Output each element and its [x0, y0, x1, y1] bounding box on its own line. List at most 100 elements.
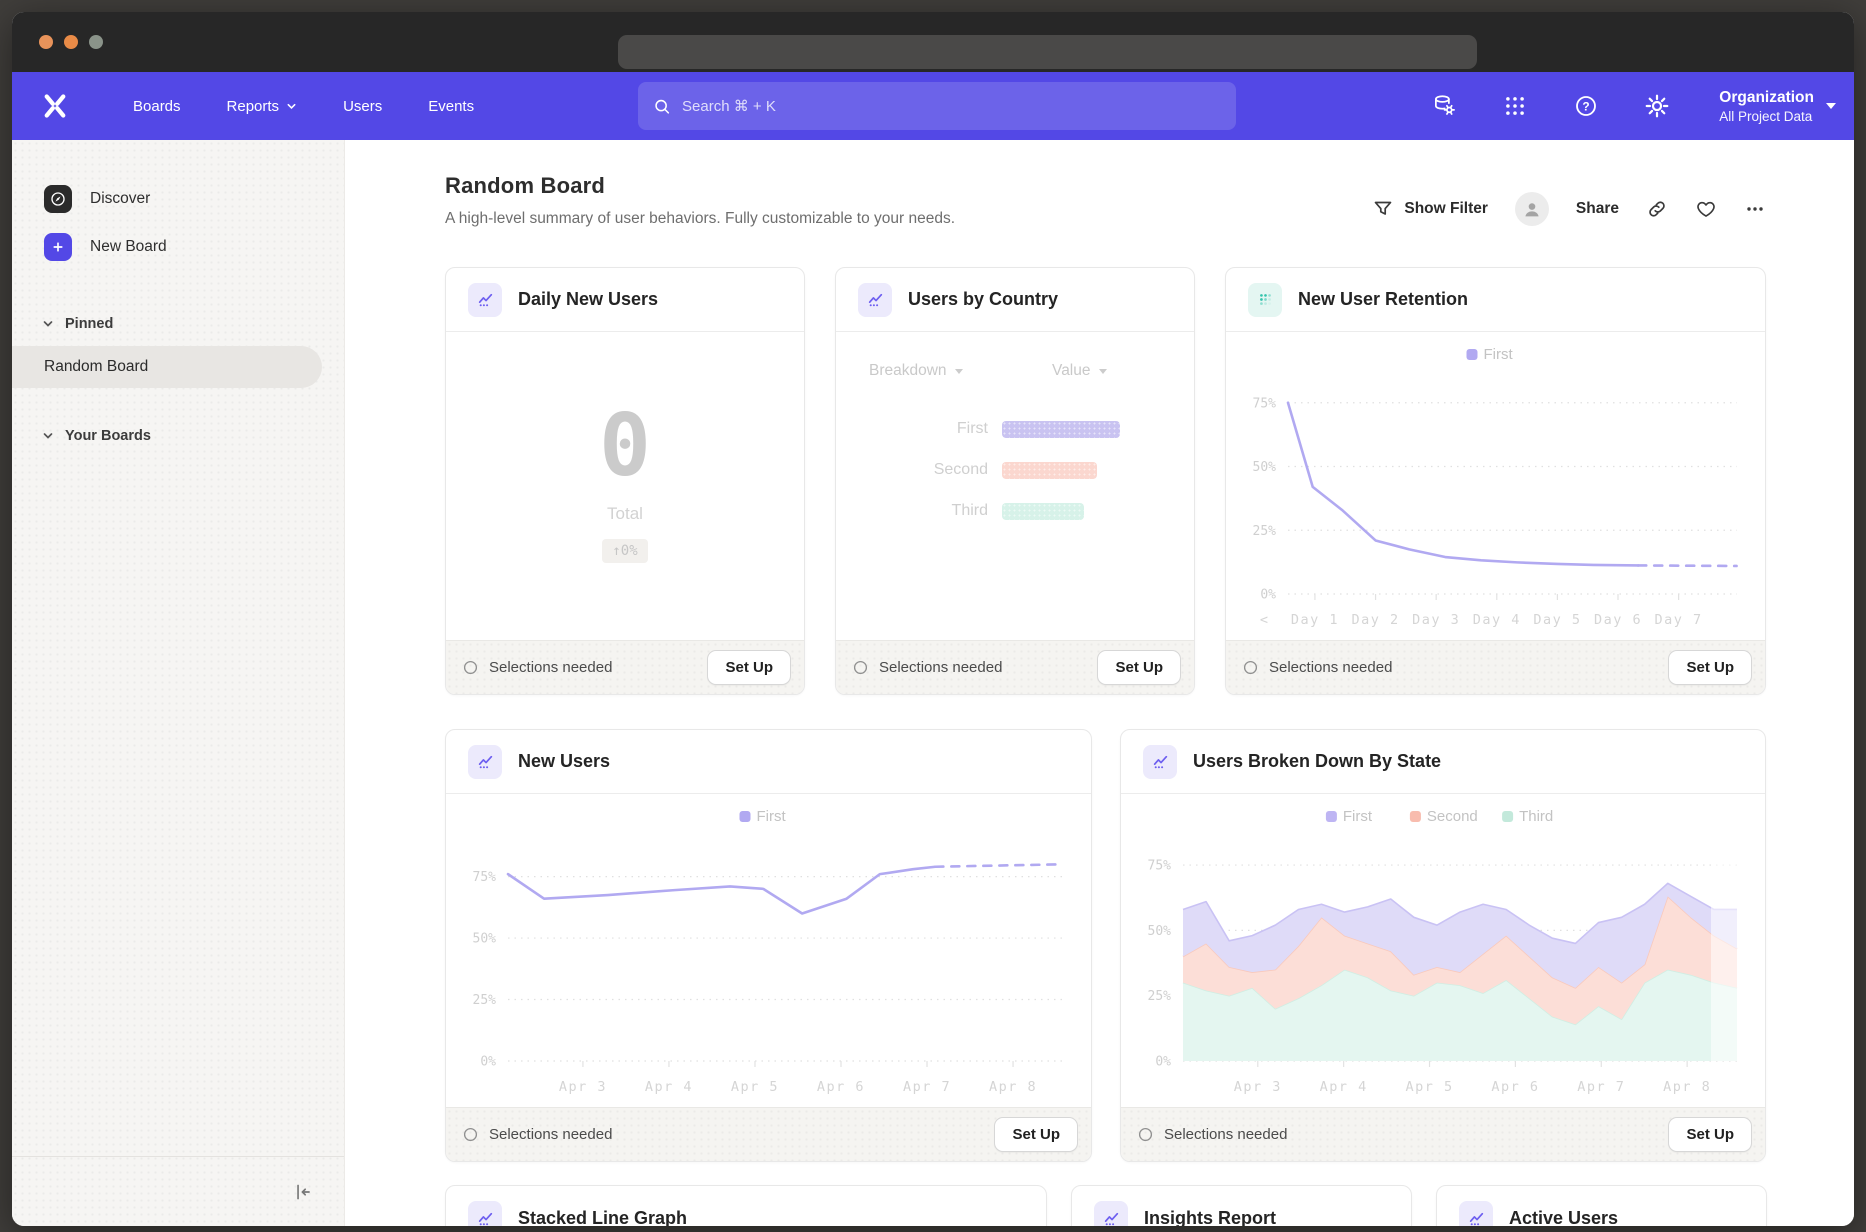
sidebar-section-your-boards[interactable]: Your Boards: [12, 428, 344, 444]
card-new-users: New Users 75%50%25%0%Apr 3Apr 4Apr 5Apr …: [445, 729, 1092, 1162]
chevron-down-icon: [1826, 103, 1836, 109]
share-button[interactable]: Share: [1576, 200, 1619, 218]
card-header: Active Users: [1437, 1186, 1766, 1226]
svg-text:75%: 75%: [473, 870, 497, 885]
compass-icon: [44, 185, 72, 213]
global-search[interactable]: [638, 82, 1236, 130]
svg-text:Apr 8: Apr 8: [1663, 1079, 1711, 1095]
svg-text:Apr 8: Apr 8: [989, 1079, 1037, 1095]
help-icon[interactable]: ?: [1573, 93, 1599, 119]
set-up-button[interactable]: Set Up: [1097, 650, 1181, 685]
status-text: Selections needed: [489, 659, 612, 676]
data-management-icon[interactable]: [1431, 93, 1457, 119]
nav-label: Reports: [227, 98, 280, 115]
nav-item-events[interactable]: Events: [405, 98, 497, 115]
metric-body: 0 Total ↑0%: [446, 332, 804, 640]
window-controls: [12, 35, 103, 49]
radio-empty-icon: [463, 1127, 478, 1142]
metric-label: Total: [607, 504, 643, 524]
settings-gear-icon[interactable]: [1644, 93, 1670, 119]
new-users-line-chart: 75%50%25%0%Apr 3Apr 4Apr 5Apr 6Apr 7Apr …: [446, 794, 1091, 1107]
org-labels: Organization All Project Data: [1719, 88, 1814, 123]
card-users-by-country: Users by Country Breakdown Value: [835, 267, 1195, 695]
navbar-right-actions: ? Organization All Project Data: [1431, 88, 1836, 123]
status-text: Selections needed: [1164, 1126, 1287, 1143]
window-titlebar: [12, 12, 1854, 72]
set-up-button[interactable]: Set Up: [1668, 650, 1752, 685]
retention-grid-icon: [1248, 283, 1282, 317]
set-up-button[interactable]: Set Up: [1668, 1117, 1752, 1152]
search-icon: [653, 97, 671, 116]
sidebar: Discover New Board Pinned Random Board: [12, 140, 345, 1226]
svg-text:First: First: [757, 808, 787, 825]
person-icon: [1521, 198, 1543, 220]
nav-item-users[interactable]: Users: [320, 98, 405, 115]
svg-text:Day 7: Day 7: [1655, 612, 1703, 628]
svg-text:0%: 0%: [480, 1055, 496, 1070]
svg-text:First: First: [1343, 808, 1373, 825]
svg-text:Day 6: Day 6: [1594, 612, 1642, 628]
card-row-2: New Users 75%50%25%0%Apr 3Apr 4Apr 5Apr …: [445, 729, 1766, 1162]
board-main: Random Board A high-level summary of use…: [345, 140, 1854, 1226]
minimize-button[interactable]: [64, 35, 78, 49]
breakdown-dropdown[interactable]: Breakdown: [869, 362, 963, 380]
search-input[interactable]: [682, 98, 1221, 115]
titlebar-address-field[interactable]: [618, 35, 1477, 69]
chevron-down-icon: [955, 369, 963, 374]
status-text: Selections needed: [1269, 659, 1392, 676]
bar-label: Second: [836, 461, 988, 479]
more-options-icon[interactable]: [1744, 198, 1766, 220]
card-title: Users by Country: [908, 289, 1058, 310]
bar-row: First: [836, 420, 1194, 438]
set-up-button[interactable]: Set Up: [994, 1117, 1078, 1152]
chart-body: 75%50%25%0%Apr 3Apr 4Apr 5Apr 6Apr 7Apr …: [446, 794, 1091, 1107]
svg-text:Day 1: Day 1: [1291, 612, 1339, 628]
desktop-background: Boards Reports Users Events: [0, 0, 1866, 1232]
page-subtitle: A high-level summary of user behaviors. …: [445, 210, 955, 228]
zoom-button[interactable]: [89, 35, 103, 49]
org-project-switcher[interactable]: Organization All Project Data: [1719, 88, 1836, 123]
sidebar-item-random-board[interactable]: Random Board: [12, 346, 322, 388]
svg-text:50%: 50%: [1253, 460, 1277, 475]
sidebar-item-new-board[interactable]: New Board: [12, 224, 344, 270]
card-header: Insights Report: [1072, 1186, 1411, 1226]
close-button[interactable]: [39, 35, 53, 49]
nav-item-reports[interactable]: Reports: [204, 98, 321, 115]
sidebar-section-pinned[interactable]: Pinned: [12, 316, 344, 332]
svg-text:Apr 6: Apr 6: [817, 1079, 865, 1095]
column-label: Value: [1052, 362, 1091, 380]
board-name: Random Board: [44, 358, 148, 376]
column-label: Breakdown: [869, 362, 947, 380]
nav-item-boards[interactable]: Boards: [110, 98, 204, 115]
sidebar-item-discover[interactable]: Discover: [12, 176, 344, 222]
radio-empty-icon: [853, 660, 868, 675]
avatar[interactable]: [1515, 192, 1549, 226]
bar-list: First Second Third: [836, 420, 1194, 543]
mixpanel-logo[interactable]: [42, 93, 68, 119]
filter-funnel-icon: [1372, 198, 1394, 220]
favorite-heart-icon[interactable]: [1695, 198, 1717, 220]
collapse-sidebar-icon[interactable]: [292, 1181, 314, 1203]
line-chart-icon: [468, 283, 502, 317]
section-label: Pinned: [65, 316, 113, 332]
card-header: Users by Country: [836, 268, 1194, 332]
copy-link-icon[interactable]: [1646, 198, 1668, 220]
card-new-user-retention: New User Retention 75%50%25%0%<Day 1Day …: [1225, 267, 1766, 695]
set-up-button[interactable]: Set Up: [707, 650, 791, 685]
bar-label: Third: [836, 502, 988, 520]
value-dropdown[interactable]: Value: [1052, 362, 1107, 380]
chart-body: 75%50%25%0%<Day 1Day 2Day 3Day 4Day 5Day…: [1226, 332, 1765, 640]
app-window: Boards Reports Users Events: [12, 12, 1854, 1226]
card-title: Active Users: [1509, 1208, 1618, 1227]
line-chart-icon: [1143, 745, 1177, 779]
show-filter-button[interactable]: Show Filter: [1372, 198, 1488, 220]
top-navbar: Boards Reports Users Events: [12, 72, 1854, 140]
card-header: New User Retention: [1226, 268, 1765, 332]
line-chart-icon: [1459, 1201, 1493, 1226]
svg-text:First: First: [1484, 346, 1514, 363]
sidebar-item-label: New Board: [90, 238, 167, 256]
svg-text:25%: 25%: [1148, 989, 1172, 1004]
apps-grid-icon[interactable]: [1502, 93, 1528, 119]
svg-text:75%: 75%: [1253, 396, 1277, 411]
chevron-down-icon: [42, 430, 54, 442]
